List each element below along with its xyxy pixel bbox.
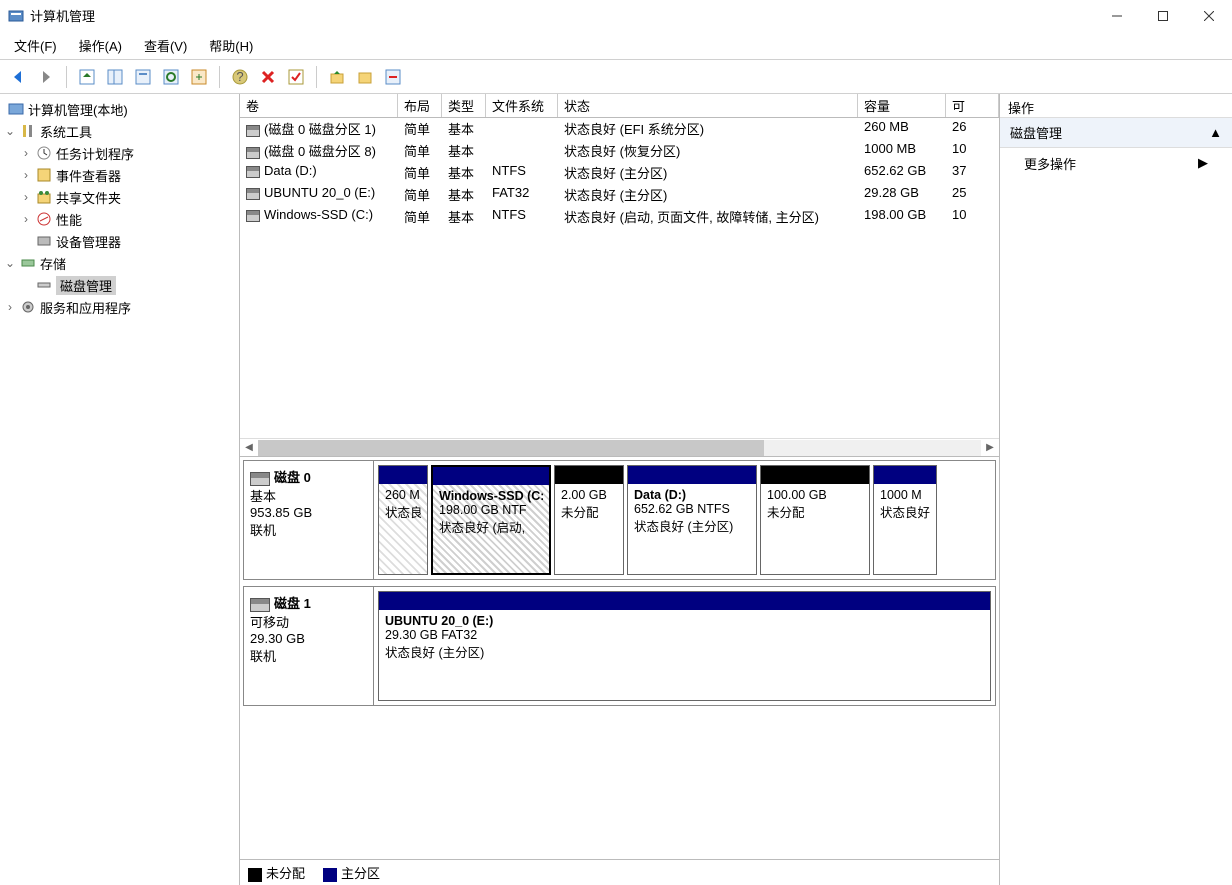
legend-primary: 主分区 bbox=[323, 863, 380, 882]
partition[interactable]: 100.00 GB未分配 bbox=[760, 465, 870, 575]
col-layout[interactable]: 布局 bbox=[398, 94, 442, 117]
menubar: 文件(F) 操作(A) 查看(V) 帮助(H) bbox=[0, 32, 1232, 60]
refresh-button[interactable] bbox=[159, 65, 183, 89]
col-fs[interactable]: 文件系统 bbox=[486, 94, 558, 117]
toolbar: ? bbox=[0, 60, 1232, 94]
volume-row[interactable]: Data (D:)简单基本NTFS状态良好 (主分区)652.62 GB37 bbox=[240, 162, 999, 184]
tree-root[interactable]: 计算机管理(本地) bbox=[0, 98, 239, 120]
menu-file[interactable]: 文件(F) bbox=[10, 34, 61, 57]
partition[interactable]: 2.00 GB未分配 bbox=[554, 465, 624, 575]
disk-info[interactable]: 磁盘 1可移动29.30 GB联机 bbox=[244, 587, 374, 705]
menu-action[interactable]: 操作(A) bbox=[75, 34, 126, 57]
actions-more[interactable]: 更多操作 ▶ bbox=[1000, 148, 1232, 178]
tree-perf[interactable]: ›性能 bbox=[0, 208, 239, 230]
disk-info[interactable]: 磁盘 0基本953.85 GB联机 bbox=[244, 461, 374, 579]
up-button[interactable] bbox=[75, 65, 99, 89]
partition[interactable]: Windows-SSD (C:)198.00 GB NTF状态良好 (启动, bbox=[431, 465, 551, 575]
forward-button[interactable] bbox=[34, 65, 58, 89]
tree-systools-label: 系统工具 bbox=[40, 122, 92, 141]
separator bbox=[66, 66, 67, 88]
properties-button[interactable] bbox=[131, 65, 155, 89]
chevron-right-icon: ▶ bbox=[1198, 155, 1208, 171]
actions-section[interactable]: 磁盘管理 ▲ bbox=[1000, 118, 1232, 148]
col-capacity[interactable]: 容量 bbox=[858, 94, 946, 117]
volume-row[interactable]: Windows-SSD (C:)简单基本NTFS状态良好 (启动, 页面文件, … bbox=[240, 206, 999, 228]
tree-event[interactable]: ›事件查看器 bbox=[0, 164, 239, 186]
tree-services[interactable]: ›服务和应用程序 bbox=[0, 296, 239, 318]
volume-row[interactable]: (磁盘 0 磁盘分区 1)简单基本状态良好 (EFI 系统分区)260 MB26 bbox=[240, 118, 999, 140]
disk-row: 磁盘 1可移动29.30 GB联机UBUNTU 20_0 (E:)29.30 G… bbox=[243, 586, 996, 706]
tree-sched[interactable]: ›任务计划程序 bbox=[0, 142, 239, 164]
tree-sched-label: 任务计划程序 bbox=[56, 144, 134, 163]
app-icon bbox=[8, 8, 24, 24]
up-folder-button[interactable] bbox=[325, 65, 349, 89]
back-button[interactable] bbox=[6, 65, 30, 89]
tree-perf-label: 性能 bbox=[56, 210, 82, 229]
tree-services-label: 服务和应用程序 bbox=[40, 298, 131, 317]
minimize-button[interactable] bbox=[1094, 0, 1140, 32]
titlebar: 计算机管理 bbox=[0, 0, 1232, 32]
settings-button[interactable] bbox=[381, 65, 405, 89]
col-free[interactable]: 可 bbox=[946, 94, 999, 117]
partition[interactable]: 1000 M状态良好 bbox=[873, 465, 937, 575]
col-vol[interactable]: 卷 bbox=[240, 94, 398, 117]
tree-event-label: 事件查看器 bbox=[56, 166, 121, 185]
tree-root-label: 计算机管理(本地) bbox=[28, 100, 128, 119]
actions-panel: 操作 磁盘管理 ▲ 更多操作 ▶ bbox=[1000, 94, 1232, 885]
collapse-icon: ▲ bbox=[1209, 125, 1222, 140]
actions-header: 操作 bbox=[1000, 94, 1232, 118]
open-folder-button[interactable] bbox=[353, 65, 377, 89]
volume-list: (磁盘 0 磁盘分区 1)简单基本状态良好 (EFI 系统分区)260 MB26… bbox=[240, 118, 999, 438]
delete-button[interactable] bbox=[256, 65, 280, 89]
tree-disk[interactable]: 磁盘管理 bbox=[0, 274, 239, 296]
tree-storage[interactable]: ⌄存储 bbox=[0, 252, 239, 274]
partition[interactable]: 260 M状态良 bbox=[378, 465, 428, 575]
volume-row[interactable]: UBUNTU 20_0 (E:)简单基本FAT32状态良好 (主分区)29.28… bbox=[240, 184, 999, 206]
legend-unalloc: 未分配 bbox=[248, 863, 305, 882]
window-title: 计算机管理 bbox=[30, 6, 1094, 25]
center-panel: 卷 布局 类型 文件系统 状态 容量 可 (磁盘 0 磁盘分区 1)简单基本状态… bbox=[240, 94, 1000, 885]
check-button[interactable] bbox=[284, 65, 308, 89]
disk-row: 磁盘 0基本953.85 GB联机260 M状态良Windows-SSD (C:… bbox=[243, 460, 996, 580]
partition[interactable]: UBUNTU 20_0 (E:)29.30 GB FAT32状态良好 (主分区) bbox=[378, 591, 991, 701]
svg-text:?: ? bbox=[236, 69, 243, 84]
actions-section-label: 磁盘管理 bbox=[1010, 123, 1062, 142]
help-button[interactable]: ? bbox=[228, 65, 252, 89]
menu-view[interactable]: 查看(V) bbox=[140, 34, 191, 57]
show-hide-tree-button[interactable] bbox=[103, 65, 127, 89]
tree-disk-label: 磁盘管理 bbox=[56, 276, 116, 295]
menu-help[interactable]: 帮助(H) bbox=[205, 34, 257, 57]
tree-panel: 计算机管理(本地) ⌄系统工具 ›任务计划程序 ›事件查看器 ›共享文件夹 ›性… bbox=[0, 94, 240, 885]
volume-row[interactable]: (磁盘 0 磁盘分区 8)简单基本状态良好 (恢复分区)1000 MB10 bbox=[240, 140, 999, 162]
close-button[interactable] bbox=[1186, 0, 1232, 32]
col-type[interactable]: 类型 bbox=[442, 94, 486, 117]
maximize-button[interactable] bbox=[1140, 0, 1186, 32]
legend: 未分配 主分区 bbox=[240, 859, 999, 885]
separator bbox=[316, 66, 317, 88]
tree-systools[interactable]: ⌄系统工具 bbox=[0, 120, 239, 142]
separator bbox=[219, 66, 220, 88]
actions-more-label: 更多操作 bbox=[1024, 154, 1076, 173]
partition[interactable]: Data (D:)652.62 GB NTFS状态良好 (主分区) bbox=[627, 465, 757, 575]
h-scrollbar[interactable]: ◀▶ bbox=[240, 438, 999, 456]
tree-storage-label: 存储 bbox=[40, 254, 66, 273]
tree-shared[interactable]: ›共享文件夹 bbox=[0, 186, 239, 208]
volume-header: 卷 布局 类型 文件系统 状态 容量 可 bbox=[240, 94, 999, 118]
tree-shared-label: 共享文件夹 bbox=[56, 188, 121, 207]
tree-devmgr[interactable]: 设备管理器 bbox=[0, 230, 239, 252]
export-list-button[interactable] bbox=[187, 65, 211, 89]
col-status[interactable]: 状态 bbox=[558, 94, 858, 117]
tree-devmgr-label: 设备管理器 bbox=[56, 232, 121, 251]
disk-graphical-area: 磁盘 0基本953.85 GB联机260 M状态良Windows-SSD (C:… bbox=[240, 456, 999, 859]
